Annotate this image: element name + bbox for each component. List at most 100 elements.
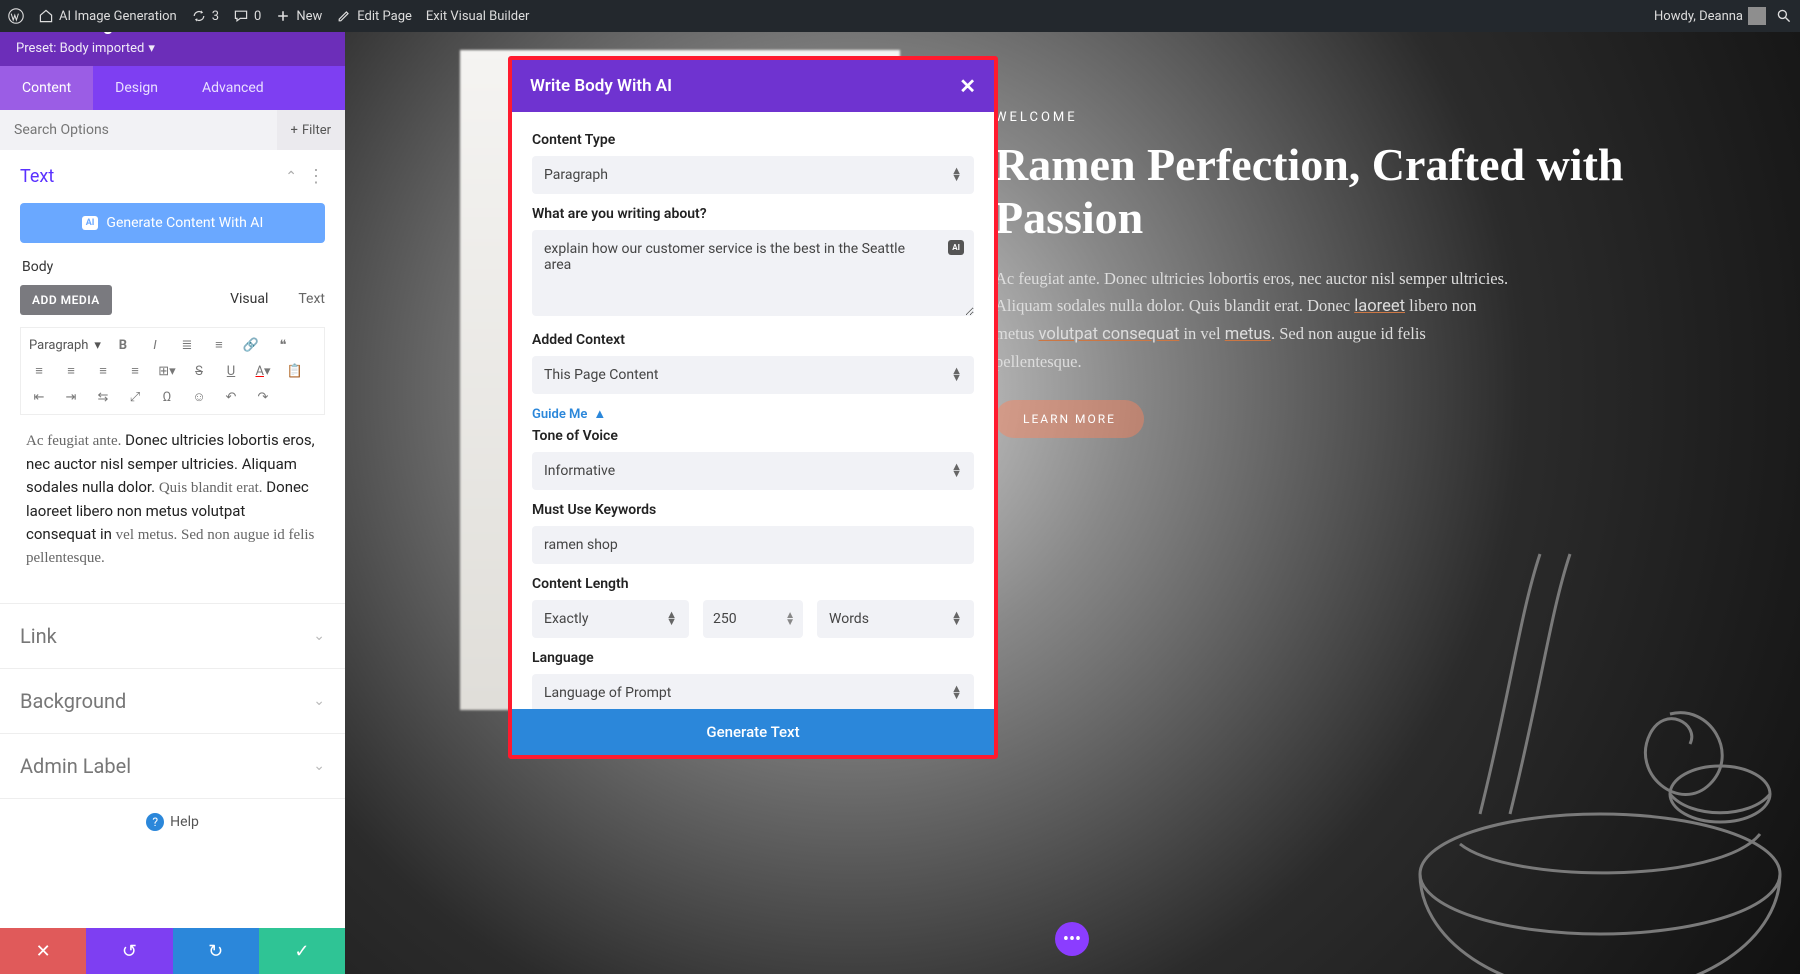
align-center-icon[interactable]: ≡ <box>61 362 81 380</box>
new-link[interactable]: New <box>275 8 322 24</box>
search-row: +Filter <box>0 110 345 150</box>
align-right-icon[interactable]: ≡ <box>93 362 113 380</box>
link-section[interactable]: Link⌄ <box>0 603 345 668</box>
admin-label-section[interactable]: Admin Label⌄ <box>0 733 345 798</box>
about-label: What are you writing about? <box>532 206 974 222</box>
visual-tab[interactable]: Visual <box>230 291 268 307</box>
site-name-link[interactable]: AI Image Generation <box>38 8 177 24</box>
undo-button[interactable]: ↺ <box>86 928 172 974</box>
table-icon[interactable]: ⊞▾ <box>157 362 177 380</box>
generate-content-ai-button[interactable]: AIGenerate Content With AI <box>20 203 325 243</box>
plus-icon: + <box>291 123 298 138</box>
keywords-label: Must Use Keywords <box>532 502 974 518</box>
wp-logo-icon[interactable] <box>8 8 24 24</box>
keywords-input[interactable] <box>532 526 974 564</box>
write-body-ai-modal: Write Body With AI ✕ Content Type Paragr… <box>508 56 998 759</box>
filter-button[interactable]: +Filter <box>277 110 345 150</box>
language-label: Language <box>532 650 974 666</box>
edit-page-link[interactable]: Edit Page <box>336 8 412 24</box>
exit-visual-builder-link[interactable]: Exit Visual Builder <box>426 9 529 24</box>
search-input[interactable] <box>0 110 277 150</box>
format-select[interactable]: Paragraph ▾ <box>29 338 101 353</box>
text-section-header[interactable]: Text ⌃⋮ <box>0 150 345 203</box>
indent-right-icon[interactable]: ⇥ <box>61 388 81 406</box>
settings-sidebar: Text Settings Preset: Body imported ▾ ⋮ … <box>0 0 345 974</box>
help-link[interactable]: ?Help <box>0 798 345 845</box>
divi-floating-menu-button[interactable]: ••• <box>1055 922 1089 956</box>
redo-button[interactable]: ↻ <box>173 928 259 974</box>
comments-link[interactable]: 0 <box>233 8 261 24</box>
fullscreen-icon[interactable]: ⤢ <box>125 388 145 406</box>
guide-me-toggle[interactable]: Guide Me ▲ <box>532 406 974 422</box>
tab-design[interactable]: Design <box>93 66 180 110</box>
hero-eyebrow: WELCOME <box>995 110 1760 125</box>
body-editor[interactable]: Ac feugiat ante. Donec ultricies loborti… <box>20 415 325 583</box>
chevron-up-icon[interactable]: ⌃ <box>285 169 297 185</box>
bold-icon[interactable]: B <box>113 336 133 354</box>
generate-text-button[interactable]: Generate Text <box>512 709 994 755</box>
rte-toolbar: Paragraph ▾ B I ≣ ≡ 🔗 ❝ ≡ ≡ ≡ ≡ ⊞▾ S U A… <box>20 327 325 415</box>
close-icon[interactable]: ✕ <box>959 74 976 98</box>
quote-icon[interactable]: ❝ <box>273 336 293 354</box>
about-textarea[interactable] <box>532 230 974 316</box>
tab-content[interactable]: Content <box>0 66 93 110</box>
section-more-icon[interactable]: ⋮ <box>307 166 325 187</box>
howdy-link[interactable]: Howdy, Deanna <box>1654 7 1766 25</box>
chevron-down-icon: ⌄ <box>313 758 325 774</box>
sidebar-footer: ✕ ↺ ↻ ✓ <box>0 928 345 974</box>
context-label: Added Context <box>532 332 974 348</box>
redo-icon[interactable]: ↷ <box>253 388 273 406</box>
text-tab[interactable]: Text <box>298 291 325 307</box>
preset-dropdown[interactable]: Preset: Body imported ▾ <box>16 41 329 56</box>
save-button[interactable]: ✓ <box>259 928 345 974</box>
align-justify-icon[interactable]: ≡ <box>125 362 145 380</box>
tone-select[interactable]: Informative▲▼ <box>532 452 974 490</box>
tone-label: Tone of Voice <box>532 428 974 444</box>
length-label: Content Length <box>532 576 974 592</box>
strike-icon[interactable]: S <box>189 362 209 380</box>
context-select[interactable]: This Page Content▲▼ <box>532 356 974 394</box>
undo-icon[interactable]: ↶ <box>221 388 241 406</box>
background-section[interactable]: Background⌄ <box>0 668 345 733</box>
link-icon[interactable]: 🔗 <box>241 336 261 354</box>
body-label: Body <box>22 259 323 275</box>
updates-link[interactable]: 3 <box>191 8 219 24</box>
chevron-down-icon: ▾ <box>148 41 155 56</box>
modal-header: Write Body With AI ✕ <box>512 60 994 112</box>
ol-icon[interactable]: ≡ <box>209 336 229 354</box>
content-type-label: Content Type <box>532 132 974 148</box>
hero-heading: Ramen Perfection, Crafted with Passion <box>995 139 1760 245</box>
chevron-down-icon: ⌄ <box>313 693 325 709</box>
language-select[interactable]: Language of Prompt▲▼ <box>532 674 974 709</box>
ul-icon[interactable]: ≣ <box>177 336 197 354</box>
align-left-icon[interactable]: ≡ <box>29 362 49 380</box>
italic-icon[interactable]: I <box>145 336 165 354</box>
length-unit-select[interactable]: Words▲▼ <box>817 600 974 638</box>
indent-left-icon[interactable]: ⇤ <box>29 388 49 406</box>
triangle-up-icon: ▲ <box>593 406 606 422</box>
add-media-button[interactable]: ADD MEDIA <box>20 285 112 315</box>
length-mode-select[interactable]: Exactly▲▼ <box>532 600 689 638</box>
ramen-doodle-icon <box>1340 514 1800 974</box>
outdent-icon[interactable]: ⇆ <box>93 388 113 406</box>
tab-advanced[interactable]: Advanced <box>180 66 286 110</box>
wp-admin-bar: AI Image Generation 3 0 New Edit Page Ex… <box>0 0 1800 32</box>
content-type-select[interactable]: Paragraph▲▼ <box>532 156 974 194</box>
ai-badge-icon: AI <box>82 216 99 230</box>
sidebar-tabs: Content Design Advanced <box>0 66 345 110</box>
learn-more-button[interactable]: LEARN MORE <box>995 400 1144 438</box>
hero-paragraph: Ac feugiat ante. Donec ultricies loborti… <box>995 265 1515 376</box>
paste-icon[interactable]: 📋 <box>285 362 305 380</box>
chevron-down-icon: ⌄ <box>313 628 325 644</box>
textcolor-icon[interactable]: A▾ <box>253 362 273 380</box>
ai-badge-icon[interactable]: AI <box>948 240 964 255</box>
search-icon[interactable] <box>1776 8 1792 24</box>
underline-icon[interactable]: U <box>221 362 241 380</box>
modal-title: Write Body With AI <box>530 76 672 96</box>
number-stepper-icon[interactable]: ▲▼ <box>785 612 795 626</box>
emoji-icon[interactable]: ☺ <box>189 388 209 406</box>
omega-icon[interactable]: Ω <box>157 388 177 406</box>
help-icon: ? <box>146 813 164 831</box>
avatar <box>1748 7 1766 25</box>
close-button[interactable]: ✕ <box>0 928 86 974</box>
